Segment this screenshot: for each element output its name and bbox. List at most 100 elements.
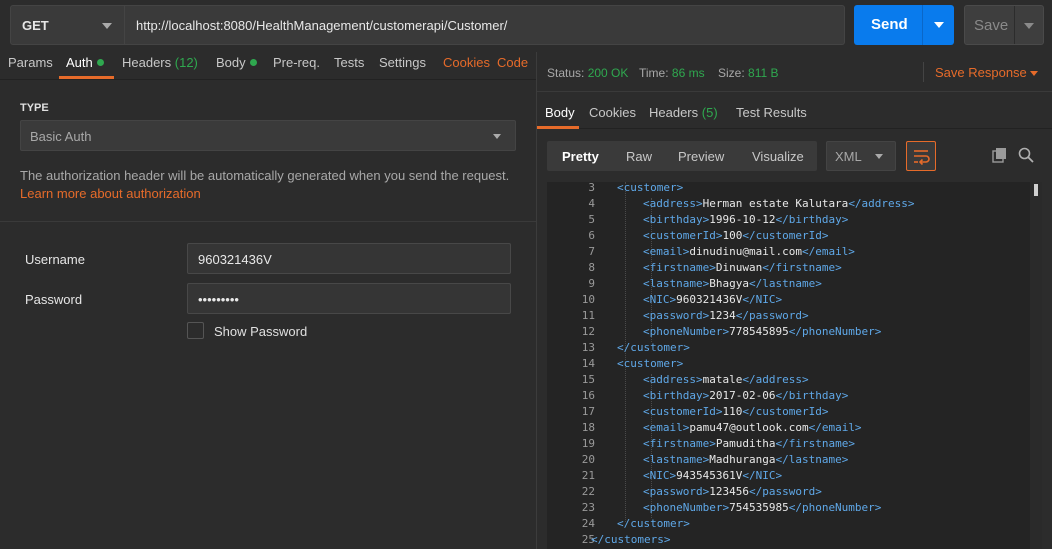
tab-body[interactable]: Body [216, 55, 257, 70]
wrap-lines-button[interactable] [906, 141, 936, 171]
tab-auth[interactable]: Auth [66, 55, 104, 70]
view-pretty[interactable]: Pretty [562, 149, 599, 164]
size-label: Size: [718, 66, 745, 80]
code-line: 3 <customer> [547, 182, 1027, 197]
password-value: ••••••••• [198, 292, 239, 307]
size-info: Size: 811 B [718, 66, 779, 80]
line-number: 22 [581, 485, 595, 498]
xml-value: 778545895 [729, 325, 789, 338]
xml-value: Bhagya [709, 277, 749, 290]
line-number: 16 [581, 389, 595, 402]
view-raw[interactable]: Raw [626, 149, 652, 164]
tab-response-cookies[interactable]: Cookies [589, 105, 636, 120]
xml-value: 754535985 [729, 501, 789, 514]
line-content: <NIC>960321436V</NIC> [643, 293, 782, 306]
xml-close-tag: </customer> [617, 341, 690, 354]
line-content: <birthday>1996-10-12</birthday> [643, 213, 848, 226]
xml-open-tag: <phoneNumber> [643, 501, 730, 514]
time-value: 86 ms [671, 66, 705, 80]
username-input[interactable]: 960321436V [187, 243, 511, 274]
format-value: XML [835, 149, 862, 164]
xml-value: 100 [722, 229, 743, 242]
xml-close-tag: </birthday> [775, 389, 849, 402]
code-line: 14 <customer> [547, 357, 1027, 373]
xml-open-tag: <email> [643, 245, 690, 258]
line-content: <password>123456</password> [643, 485, 822, 498]
xml-open-tag: <email> [643, 421, 690, 434]
line-number: 9 [588, 277, 595, 290]
scrollbar-thumb[interactable] [1034, 184, 1038, 196]
cookies-link[interactable]: Cookies [443, 55, 490, 70]
xml-value: matale [702, 373, 743, 386]
xml-open-tag: <customerId> [643, 229, 723, 242]
xml-close-tag: </lastname> [775, 453, 849, 466]
tab-prereq[interactable]: Pre-req. [273, 55, 320, 70]
status-divider [923, 62, 924, 82]
view-visualize[interactable]: Visualize [752, 149, 804, 164]
search-icon[interactable] [1018, 147, 1034, 163]
code-link[interactable]: Code [497, 55, 528, 70]
code-line: 25 </customers> [547, 533, 1027, 549]
url-input[interactable]: http://localhost:8080/HealthManagement/c… [125, 5, 845, 45]
tab-headers[interactable]: Headers (12) [122, 55, 198, 70]
line-number: 4 [588, 197, 595, 210]
tab-response-body[interactable]: Body [545, 105, 575, 120]
time-label: Time: [639, 66, 669, 80]
line-number: 11 [581, 309, 595, 322]
tab-auth-label: Auth [66, 55, 93, 70]
code-line: 4 <address>Herman estate Kalutara</addres… [547, 197, 1027, 213]
xml-close-tag: </email> [808, 421, 862, 434]
send-button[interactable]: Send [854, 5, 954, 45]
line-number: 20 [581, 453, 595, 466]
code-line: 17 <customerId>110</customerId> [547, 405, 1027, 421]
copy-icon[interactable] [992, 147, 1008, 163]
code-line: 15 <address>matale</address> [547, 373, 1027, 389]
xml-open-tag: <NIC> [643, 469, 677, 482]
password-input[interactable]: ••••••••• [187, 283, 511, 314]
chevron-down-icon [875, 154, 883, 159]
status-label: Status: [547, 66, 585, 80]
tab-settings[interactable]: Settings [379, 55, 426, 70]
send-options-chevron-icon[interactable] [934, 22, 944, 28]
code-line: 10 <NIC>960321436V</NIC> [547, 293, 1027, 309]
code-line: 24 </customer> [547, 517, 1027, 533]
view-preview[interactable]: Preview [678, 149, 724, 164]
format-select[interactable]: XML [826, 141, 896, 171]
xml-open-tag: <customerId> [643, 405, 723, 418]
line-content: <lastname>Madhuranga</lastname> [643, 453, 848, 466]
line-content: <firstname>Pamuditha</firstname> [643, 437, 855, 450]
tab-test-results[interactable]: Test Results [736, 105, 807, 120]
line-number: 3 [588, 182, 595, 194]
learn-more-link[interactable]: Learn more about authorization [20, 186, 201, 201]
scrollbar[interactable] [1030, 182, 1042, 549]
response-body-viewer[interactable]: 3 <customer> 4 <address>Herman estate Kalut… [547, 182, 1042, 549]
code-line: 18 <email>pamu47@outlook.com</email> [547, 421, 1027, 437]
chevron-down-icon [493, 134, 501, 139]
show-password-label[interactable]: Show Password [214, 324, 307, 339]
size-value: 811 B [748, 66, 779, 80]
line-number: 6 [588, 229, 595, 242]
method-select[interactable]: GET [10, 5, 125, 45]
line-content: <address>matale</address> [643, 373, 809, 386]
save-divider [1014, 6, 1015, 44]
save-options-chevron-icon[interactable] [1024, 23, 1034, 29]
tab-params[interactable]: Params [8, 55, 53, 70]
code-line: 9 <lastname>Bhagya</lastname> [547, 277, 1027, 293]
chevron-down-icon[interactable] [1030, 71, 1038, 76]
save-button[interactable]: Save [964, 5, 1044, 45]
tab-response-headers[interactable]: Headers (5) [649, 105, 718, 120]
code-line: 8 <firstname>Dinuwan</firstname> [547, 261, 1027, 277]
line-content: <NIC>943545361V</NIC> [643, 469, 782, 482]
request-bar: GET http://localhost:8080/HealthManageme… [0, 0, 1052, 52]
xml-close-tag: </NIC> [742, 469, 783, 482]
xml-open-tag: <lastname> [643, 453, 710, 466]
auth-type-select[interactable]: Basic Auth [20, 120, 516, 151]
request-tabs: Params Auth Headers (12) Body Pre-req. T… [0, 52, 536, 80]
method-value: GET [22, 18, 49, 33]
line-number: 19 [581, 437, 595, 450]
show-password-checkbox[interactable] [187, 322, 204, 339]
xml-open-tag: <firstname> [643, 261, 716, 274]
save-response-button[interactable]: Save Response [935, 65, 1027, 80]
tab-tests[interactable]: Tests [334, 55, 364, 70]
active-tab-indicator [537, 126, 579, 129]
